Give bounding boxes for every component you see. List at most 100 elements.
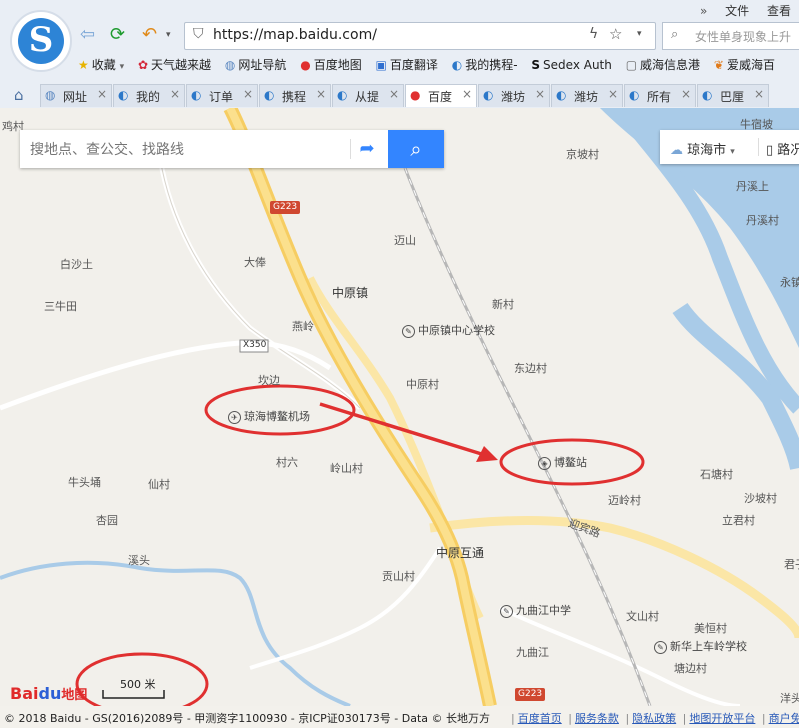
- tab-strip: ⌂ ◍ 网址 × ◐ 我的 × ◐ 订单 × ◐ 携程 × ◐ 从提 × ● 百度 × ◐ 潍坊 × ◐ 潍坊 × ◐ 所有 × ◐ 巴…: [0, 82, 799, 108]
- search-icon: ⌕: [671, 27, 679, 42]
- tab-item[interactable]: ◐ 所有 ×: [624, 84, 696, 107]
- globe-icon: ◍: [45, 88, 56, 102]
- menu-view[interactable]: 查看: [767, 4, 791, 18]
- tab-item[interactable]: ◐ 从提 ×: [332, 84, 404, 107]
- place-label: 牛头埇: [68, 476, 101, 489]
- footer-link-home[interactable]: 百度首页: [518, 712, 562, 725]
- back-arrow-icon[interactable]: ⇦: [80, 24, 95, 45]
- poi-school[interactable]: ✎ 新华上车岭学校: [654, 638, 747, 654]
- tab-label: 百度: [428, 90, 453, 104]
- address-bar[interactable]: ⛉ https://map.baidu.com/ ϟ ☆ ▾: [184, 22, 656, 50]
- ctrip-icon: ◐: [629, 88, 640, 102]
- browser-search-box[interactable]: ⌕ 女性单身现象上升: [662, 22, 799, 50]
- place-label: 石塘村: [700, 468, 733, 481]
- close-icon[interactable]: ×: [389, 87, 399, 101]
- close-icon[interactable]: ×: [608, 87, 618, 101]
- bookmark-ctrip[interactable]: ◐ 我的携程-: [452, 56, 518, 73]
- poi-train-station[interactable]: ◈ 博鳌站: [538, 454, 587, 470]
- refresh-icon[interactable]: ⟳: [110, 24, 125, 45]
- bookmark-favorites[interactable]: ★ 收藏 ▾: [78, 56, 124, 73]
- close-icon[interactable]: ×: [97, 87, 107, 101]
- place-label: 丹溪村: [746, 214, 779, 227]
- ctrip-icon: ◐: [264, 88, 275, 102]
- browser-chrome: S ⇦ ⟳ ↶ ▾ ⛉ https://map.baidu.com/ ϟ ☆ ▾…: [0, 0, 799, 109]
- bookmark-weather[interactable]: ✿ 天气越来越: [138, 56, 211, 73]
- tab-item[interactable]: ◐ 潍坊 ×: [551, 84, 623, 107]
- place-label: 九曲江: [516, 646, 549, 659]
- bookmark-nav[interactable]: ◍ 网址导航: [225, 56, 287, 73]
- airport-icon: ✈: [228, 410, 241, 424]
- place-label: 大俸: [244, 256, 266, 269]
- poi-school[interactable]: ✎ 九曲江中学: [500, 602, 571, 618]
- more-icon[interactable]: »: [700, 4, 707, 18]
- close-icon[interactable]: ×: [681, 87, 691, 101]
- sedex-icon: S: [531, 58, 541, 72]
- place-label: 中原村: [406, 378, 439, 391]
- bookmark-sedex[interactable]: S Sedex Auth: [531, 58, 612, 72]
- footer-link-merchant[interactable]: 商户免: [769, 712, 799, 725]
- ctrip-icon: ◐: [337, 88, 348, 102]
- tab-item[interactable]: ◐ 潍坊 ×: [478, 84, 550, 107]
- tab-item[interactable]: ● 百度 ×: [405, 84, 477, 107]
- leaf-icon: ❦: [713, 58, 724, 72]
- place-label: 君子: [784, 558, 799, 571]
- map-canvas[interactable]: G223 X350 G223 迎宾路 鸡村 京坡村 牛宿坡 丹溪上 丹溪村 永镇…: [0, 108, 799, 706]
- bookmark-baidu-map[interactable]: ● 百度地图: [300, 56, 362, 73]
- town-label-zhongyuan: 中原镇: [332, 286, 369, 300]
- traffic-light-icon: ▯: [766, 143, 774, 158]
- tab-item[interactable]: ◐ 携程 ×: [259, 84, 331, 107]
- place-label: 新村: [492, 298, 514, 311]
- poi-airport[interactable]: ✈ 琼海博鳌机场: [228, 408, 310, 424]
- tab-label: 潍坊: [501, 90, 526, 104]
- browser-logo: S: [10, 10, 72, 72]
- close-icon[interactable]: ×: [535, 87, 545, 101]
- top-menu: » 文件 查看: [700, 2, 791, 19]
- route-icon[interactable]: ➦: [356, 138, 378, 160]
- close-icon[interactable]: ×: [754, 87, 764, 101]
- undo-icon[interactable]: ↶: [142, 24, 157, 45]
- ctrip-icon: ◐: [451, 58, 463, 72]
- lightning-icon[interactable]: ϟ: [589, 26, 598, 42]
- close-icon[interactable]: ×: [462, 87, 472, 101]
- poi-school[interactable]: ✎ 中原镇中心学校: [402, 322, 495, 338]
- footer-link-open-platform[interactable]: 地图开放平台: [689, 712, 755, 725]
- place-label: 杏园: [96, 514, 118, 527]
- home-icon[interactable]: ⌂: [14, 86, 24, 104]
- bookmark-baidu-translate[interactable]: ▣ 百度翻译: [376, 56, 438, 73]
- footer-link-privacy[interactable]: 隐私政策: [632, 712, 676, 725]
- url-text[interactable]: https://map.baidu.com/: [213, 27, 377, 43]
- bookmark-aiweihai[interactable]: ❦ 爱威海百: [714, 56, 775, 73]
- tab-item[interactable]: ◍ 网址 ×: [40, 84, 112, 107]
- place-label: 美恒村: [694, 622, 727, 635]
- tab-label: 网址: [63, 90, 88, 104]
- ctrip-icon: ◐: [556, 88, 567, 102]
- school-icon: ✎: [402, 324, 415, 338]
- map-search-input[interactable]: [20, 130, 362, 170]
- train-station-icon: ◈: [538, 456, 551, 470]
- tab-item[interactable]: ◐ 巴厘 ×: [697, 84, 769, 107]
- favorite-star-icon[interactable]: ☆: [609, 25, 622, 43]
- place-label: 白沙土: [60, 258, 93, 271]
- tab-label: 所有: [647, 90, 672, 104]
- place-label: 燕岭: [292, 320, 314, 333]
- map-footer: © 2018 Baidu - GS(2016)2089号 - 甲测资字11009…: [0, 706, 799, 728]
- cloud-icon: ☁: [670, 143, 683, 158]
- tab-label: 巴厘: [720, 90, 745, 104]
- tab-item[interactable]: ◐ 订单 ×: [186, 84, 258, 107]
- bookmark-weihai[interactable]: ▢ 威海信息港: [626, 56, 700, 73]
- url-dropdown-icon[interactable]: ▾: [637, 29, 642, 39]
- close-icon[interactable]: ×: [170, 87, 180, 101]
- dropdown-arrow-icon[interactable]: ▾: [166, 30, 171, 40]
- footer-link-terms[interactable]: 服务条款: [575, 712, 619, 725]
- map-search-button[interactable]: ⌕: [388, 130, 444, 168]
- menu-file[interactable]: 文件: [725, 4, 749, 18]
- tab-label: 潍坊: [574, 90, 599, 104]
- star-icon: ★: [78, 58, 89, 72]
- place-label: 丹溪上: [736, 180, 769, 193]
- tab-item[interactable]: ◐ 我的 ×: [113, 84, 185, 107]
- traffic-toggle[interactable]: ▯ 路况: [766, 139, 799, 158]
- baidu-map-logo: Baidu地图: [10, 684, 88, 703]
- city-selector[interactable]: ☁ 琼海市 ▾: [670, 139, 735, 158]
- close-icon[interactable]: ×: [316, 87, 326, 101]
- close-icon[interactable]: ×: [243, 87, 253, 101]
